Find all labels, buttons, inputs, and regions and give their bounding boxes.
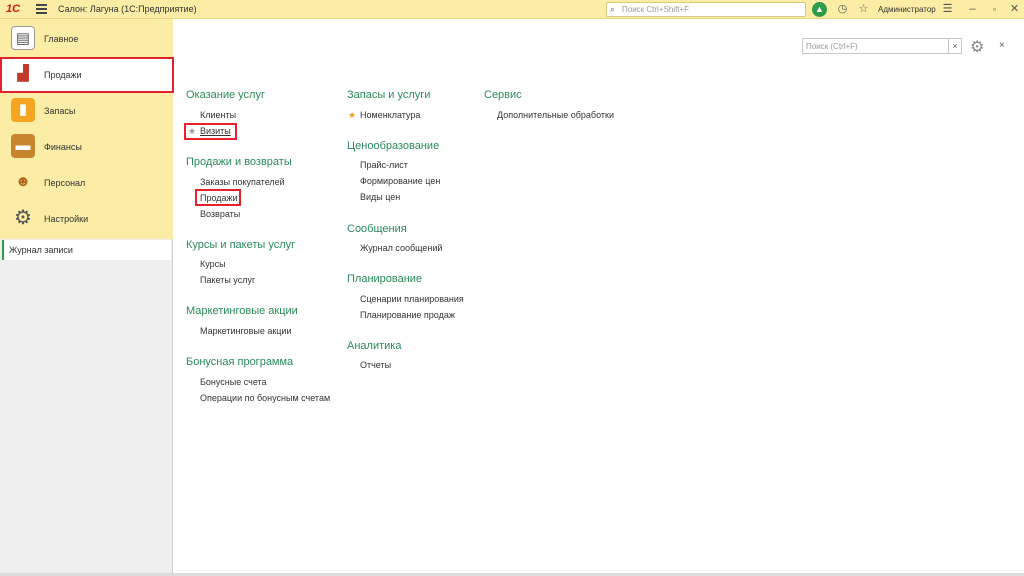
app-title: Салон: Лагуна (1С:Предприятие) xyxy=(58,4,197,14)
panel-search-input[interactable]: Поиск (Ctrl+F) xyxy=(802,38,949,54)
section-settings[interactable]: ⚙ Настройки xyxy=(0,201,173,237)
cmd-price-forming[interactable]: Формирование цен xyxy=(360,176,440,186)
section-finance[interactable]: ▬ Финансы xyxy=(0,129,173,165)
cmd-sales-planning[interactable]: Планирование продаж xyxy=(360,310,455,320)
1c-logo: 1С xyxy=(6,3,21,15)
search-icon: ⌕ xyxy=(610,4,616,14)
title-bar: 1С Салон: Лагуна (1С:Предприятие) ⌕ Поис… xyxy=(0,0,1024,19)
cmd-service-packages[interactable]: Пакеты услуг xyxy=(200,275,255,285)
cmd-courses[interactable]: Курсы xyxy=(200,259,226,269)
cmd-clients[interactable]: Клиенты xyxy=(200,110,236,120)
group-title-stock-services: Запасы и услуги xyxy=(347,89,431,101)
highlight-frame-visits xyxy=(184,123,237,140)
cmd-nomenclature[interactable]: Номенклатура xyxy=(360,110,420,120)
global-search-input[interactable]: ⌕ Поиск Ctrl+Shift+F xyxy=(606,2,806,17)
section-staff[interactable]: ☻ Персонал xyxy=(0,165,173,201)
cmd-price-types[interactable]: Виды цен xyxy=(360,192,400,202)
sections-sidebar: ▤ Главное ▟ Продажи ▮ Запасы ▬ Финансы ☻… xyxy=(0,19,174,576)
panel-settings-gear-icon[interactable]: ⚙ xyxy=(970,37,984,57)
cmd-message-log[interactable]: Журнал сообщений xyxy=(360,243,442,253)
section-main[interactable]: ▤ Главное xyxy=(0,21,173,57)
highlight-frame-sales-section xyxy=(0,57,174,93)
hamburger-menu-icon[interactable] xyxy=(36,4,47,14)
current-user[interactable]: Администратор xyxy=(878,5,936,14)
group-title-pricing: Ценообразование xyxy=(347,140,440,152)
history-icon[interactable]: ◷ xyxy=(835,2,850,17)
group-title-services: Оказание услуг xyxy=(186,89,265,101)
group-title-bonus: Бонусная программа xyxy=(186,356,294,368)
group-title-analytics: Аналитика xyxy=(347,340,402,352)
close-window-icon[interactable]: ✕ xyxy=(1007,2,1022,17)
people-icon: ☻ xyxy=(15,173,31,190)
clipboard-icon: ▤ xyxy=(11,26,35,50)
cmd-customer-orders[interactable]: Заказы покупателей xyxy=(200,177,285,187)
notifications-bell-icon[interactable]: ▲ xyxy=(812,2,827,17)
global-search-placeholder: Поиск Ctrl+Shift+F xyxy=(622,5,690,14)
section-label: Запасы xyxy=(44,106,76,116)
clear-search-icon[interactable]: × xyxy=(948,38,962,54)
cosmetics-icon: ▮ xyxy=(11,98,35,122)
favorites-star-icon[interactable]: ☆ xyxy=(856,2,871,17)
open-window-journal[interactable]: Журнал записи xyxy=(2,240,171,260)
cmd-marketing-promos[interactable]: Маркетинговые акции xyxy=(200,326,291,336)
group-title-courses: Курсы и пакеты услуг xyxy=(186,239,296,251)
gear-icon: ⚙ xyxy=(14,207,32,229)
cmd-planning-scenarios[interactable]: Сценарии планирования xyxy=(360,294,464,304)
restore-window-icon[interactable]: ▫ xyxy=(987,2,1002,17)
open-window-label: Журнал записи xyxy=(9,245,73,255)
section-label: Настройки xyxy=(44,214,89,224)
star-icon[interactable]: ★ xyxy=(348,110,356,121)
cmd-returns[interactable]: Возвраты xyxy=(200,209,240,219)
section-label: Персонал xyxy=(44,178,86,188)
group-title-marketing: Маркетинговые акции xyxy=(186,305,298,317)
section-content-panel: Поиск (Ctrl+F) × ⚙ × Оказание услуг Клие… xyxy=(174,19,1024,576)
group-title-sales-returns: Продажи и возвраты xyxy=(186,156,292,168)
cmd-bonus-operations[interactable]: Операции по бонусным счетам xyxy=(200,393,330,403)
cmd-bonus-accounts[interactable]: Бонусные счета xyxy=(200,377,267,387)
settings-menu-icon[interactable]: ☰ xyxy=(940,2,955,17)
group-title-service: Сервис xyxy=(484,89,522,101)
group-title-planning: Планирование xyxy=(347,273,423,285)
highlight-frame-sales xyxy=(195,189,241,206)
group-title-messages: Сообщения xyxy=(347,223,407,235)
cmd-additional-processing[interactable]: Дополнительные обработки xyxy=(497,110,614,120)
section-stock[interactable]: ▮ Запасы xyxy=(0,93,173,129)
wallet-icon: ▬ xyxy=(11,134,35,158)
panel-search-placeholder: Поиск (Ctrl+F) xyxy=(806,42,858,51)
cmd-price-list[interactable]: Прайс-лист xyxy=(360,160,408,170)
section-label: Главное xyxy=(44,34,79,44)
sections-panel: ▤ Главное ▟ Продажи ▮ Запасы ▬ Финансы ☻… xyxy=(0,19,173,239)
cmd-reports[interactable]: Отчеты xyxy=(360,360,391,370)
section-label: Финансы xyxy=(44,142,82,152)
minimize-icon[interactable]: – xyxy=(965,2,980,17)
close-icon[interactable]: × xyxy=(999,40,1005,51)
